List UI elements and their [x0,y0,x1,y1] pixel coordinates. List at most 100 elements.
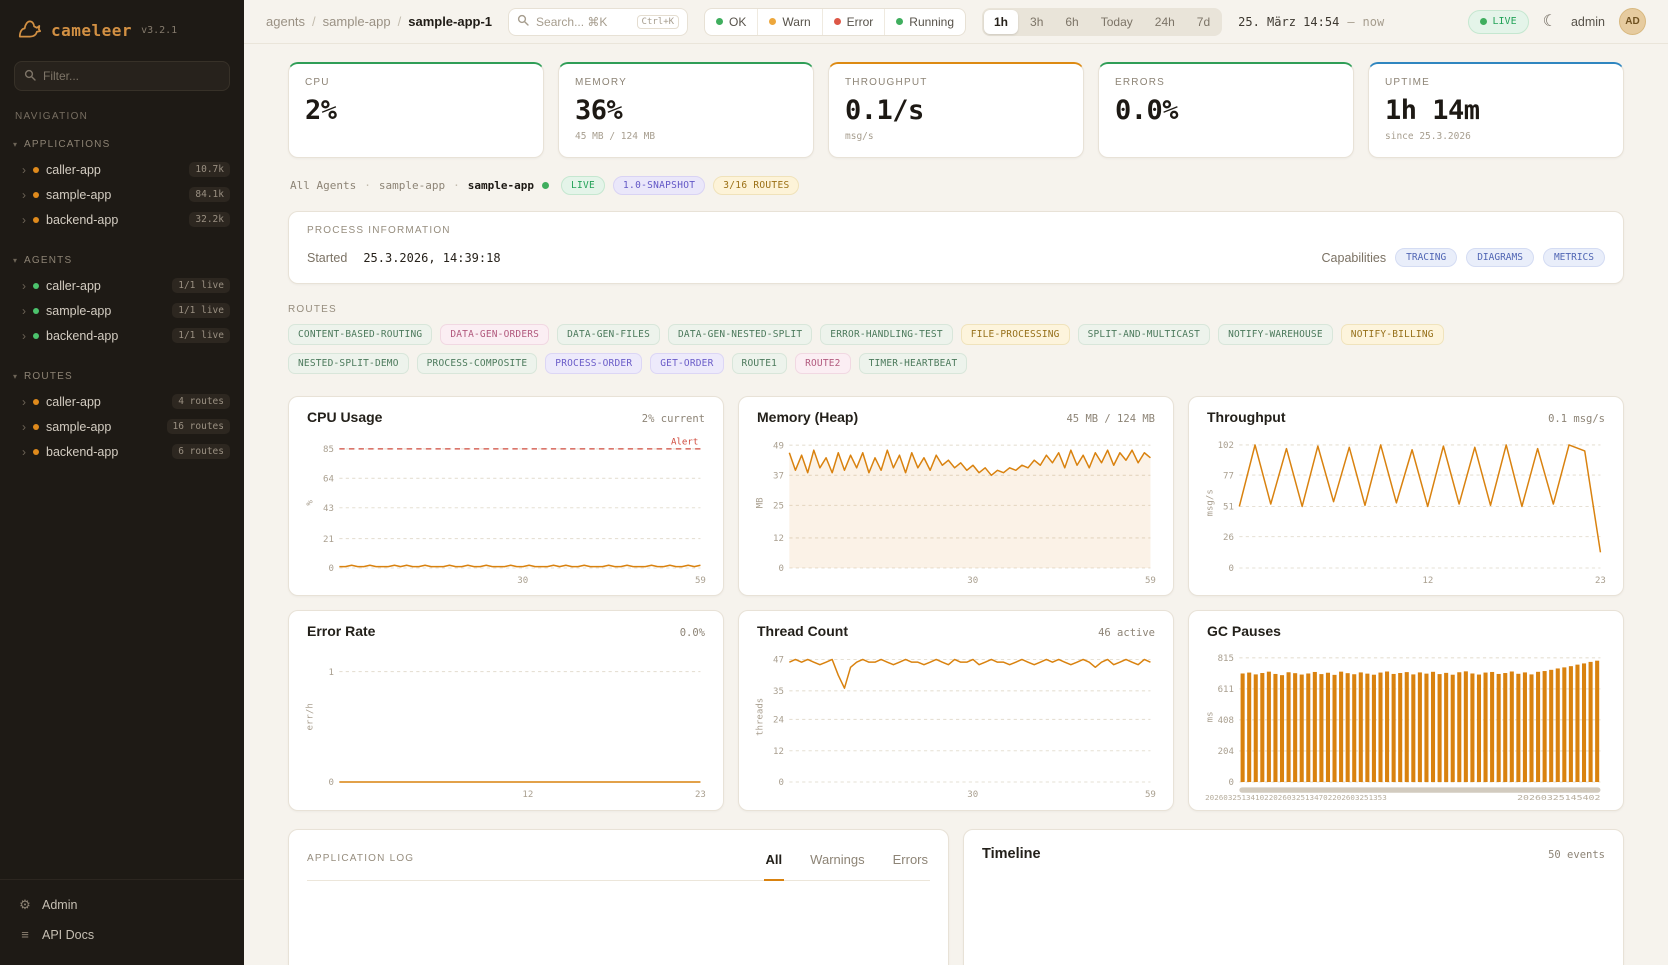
sidebar-section-header-routes[interactable]: ▾ROUTES [0,368,244,385]
sidebar-section-routes: ▾ROUTES ›caller-app4 routes›sample-app16 … [0,368,244,464]
log-tab-warnings[interactable]: Warnings [808,838,866,881]
status-filter-error[interactable]: Error [822,9,885,35]
live-toggle[interactable]: LIVE [1468,10,1529,34]
route-pill-process-composite[interactable]: PROCESS-COMPOSITE [417,353,538,374]
chart-title: Throughput [1207,409,1286,425]
agent-crumb-separator: · [453,179,460,192]
route-pill-timer-heartbeat[interactable]: TIMER-HEARTBEAT [859,353,968,374]
sidebar-footer-label: API Docs [42,928,94,942]
bottom-row: APPLICATION LOG AllWarningsErrors Timeli… [288,829,1624,965]
live-status-dot [1480,18,1487,25]
sidebar-item-agents-sample-app[interactable]: ›sample-app1/1 live [0,298,244,323]
chart-card-cpu-usage: CPU Usage2% current021436485%3059Alert [288,396,724,596]
svg-text:59: 59 [1145,790,1156,800]
svg-text:0: 0 [779,779,784,789]
route-pill-get-order[interactable]: GET-ORDER [650,353,723,374]
chart-card-error-rate: Error Rate0.0%01err/h1223 [288,610,724,810]
chevron-right-icon: › [22,214,26,226]
route-pill-data-gen-nested-split[interactable]: DATA-GEN-NESTED-SPLIT [668,324,812,345]
sidebar-item-routes-backend-app[interactable]: ›backend-app6 routes [0,439,244,464]
svg-text:12: 12 [522,790,533,800]
sidebar-section-header-applications[interactable]: ▾APPLICATIONS [0,136,244,153]
range-1h[interactable]: 1h [984,10,1018,34]
range-3h[interactable]: 3h [1020,10,1053,34]
status-filter-warn[interactable]: Warn [757,9,821,35]
sidebar-item-applications-caller-app[interactable]: ›caller-app10.7k [0,157,244,182]
breadcrumb-sample-app[interactable]: sample-app [323,14,391,29]
svg-text:err/h: err/h [306,704,316,731]
log-tab-errors[interactable]: Errors [891,838,930,881]
sidebar-item-applications-backend-app[interactable]: › backend-app 32.2k [0,207,244,232]
route-pill-route1[interactable]: ROUTE1 [732,353,788,374]
svg-text:102: 102 [1218,441,1234,451]
sidebar-item-agents-backend-app[interactable]: ›backend-app1/1 live [0,323,244,348]
sidebar-item-label: backend-app [46,213,182,227]
range-7d[interactable]: 7d [1187,10,1220,34]
status-dot [33,308,39,314]
avatar[interactable]: AD [1619,8,1646,35]
svg-text:202603251341022026032513470220: 2026032513410220260325134702202603251353 [1205,795,1387,803]
search-shortcut: Ctrl+K [637,15,680,29]
log-tab-all[interactable]: All [764,838,785,881]
topbar: agents/sample-app/sample-app-1 Search...… [244,0,1668,44]
gear-icon: ⚙ [18,897,32,913]
route-pill-nested-split-demo[interactable]: NESTED-SPLIT-DEMO [288,353,409,374]
sidebar-item-agents-caller-app[interactable]: ›caller-app1/1 live [0,273,244,298]
range-6h[interactable]: 6h [1055,10,1088,34]
status-dot [33,192,39,198]
route-pill-error-handling-test[interactable]: ERROR-HANDLING-TEST [820,324,952,345]
route-pill-data-gen-orders[interactable]: DATA-GEN-ORDERS [440,324,549,345]
datetime[interactable]: 25. März 14:54 — now [1238,15,1384,29]
route-pill-process-order[interactable]: PROCESS-ORDER [545,353,642,374]
status-filter-ok[interactable]: OK [705,9,757,35]
status-filter-running[interactable]: Running [884,9,965,35]
sidebar-section-header-agents[interactable]: ▾AGENTS [0,252,244,269]
running-status-dot [896,18,903,25]
svg-text:26: 26 [1223,533,1234,543]
svg-text:30: 30 [967,790,978,800]
breadcrumb-agents[interactable]: agents [266,14,305,29]
sidebar-item-routes-caller-app[interactable]: ›caller-app4 routes [0,389,244,414]
route-pill-data-gen-files[interactable]: DATA-GEN-FILES [557,324,660,345]
route-pill-notify-warehouse[interactable]: NOTIFY-WAREHOUSE [1218,324,1333,345]
sidebar-item-badge: 32.2k [189,212,230,227]
sidebar-item-badge: 6 routes [172,444,230,459]
svg-text:49: 49 [773,441,784,451]
throughput-chart: 0265177102msg/s1223 [1203,427,1609,589]
svg-text:35: 35 [773,687,784,697]
theme-toggle-moon-icon[interactable]: ☾ [1543,14,1557,30]
filter-input[interactable] [43,69,220,83]
route-pill-split-and-multicast[interactable]: SPLIT-AND-MULTICAST [1078,324,1210,345]
search-input[interactable]: Search... ⌘K Ctrl+K [508,8,688,36]
range-24h[interactable]: 24h [1145,10,1185,34]
agent-crumb-all-agents[interactable]: All Agents [290,179,356,192]
sidebar-footer-api-docs[interactable]: ≡API Docs [0,920,244,949]
svg-text:23: 23 [695,790,706,800]
caret-down-icon: ▾ [13,140,17,149]
route-pill-route2[interactable]: ROUTE2 [795,353,851,374]
svg-text:%: % [306,500,316,506]
svg-text:Alert: Alert [671,438,698,448]
caret-down-icon: ▾ [13,256,17,265]
sidebar-item-badge: 16 routes [167,419,230,434]
svg-text:0: 0 [1229,779,1234,789]
route-pill-file-processing[interactable]: FILE-PROCESSING [961,324,1070,345]
sidebar-item-routes-sample-app[interactable]: ›sample-app16 routes [0,414,244,439]
svg-text:12: 12 [773,534,784,544]
app-logo[interactable]: cameleer v3.2.1 [0,0,244,59]
range-today[interactable]: Today [1091,10,1143,34]
sidebar-footer-admin[interactable]: ⚙Admin [0,890,244,920]
route-pill-notify-billing[interactable]: NOTIFY-BILLING [1341,324,1444,345]
gc-chart-horizontal-scrollbar[interactable] [1239,788,1600,793]
routes-section-title: ROUTES [288,304,1624,315]
sidebar-item-badge: 1/1 live [172,328,230,343]
route-pill-content-based-routing[interactable]: CONTENT-BASED-ROUTING [288,324,432,345]
stat-card-throughput: THROUGHPUT0.1/smsg/s [828,62,1084,158]
main: agents/sample-app/sample-app-1 Search...… [244,0,1668,965]
agent-crumb-sample-app[interactable]: sample-app [379,179,445,192]
sidebar-item-applications-sample-app[interactable]: ›sample-app84.1k [0,182,244,207]
status-dot [33,449,39,455]
breadcrumb-sample-app-1: sample-app-1 [408,14,492,29]
sidebar-item-label: caller-app [46,279,165,293]
chart-title: Memory (Heap) [757,409,858,425]
